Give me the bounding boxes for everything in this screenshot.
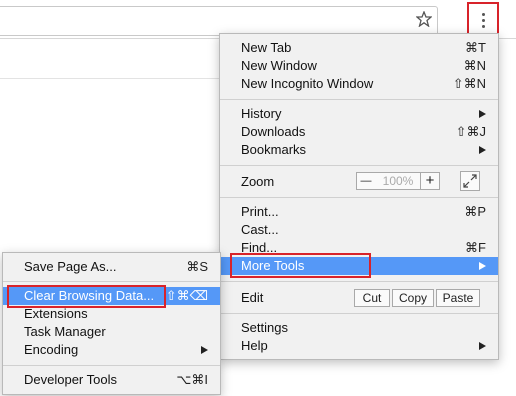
submenu-arrow-icon	[479, 262, 486, 270]
menu-item-developer-tools[interactable]: Developer Tools ⌥⌘I	[3, 371, 220, 389]
address-bar[interactable]	[0, 6, 438, 36]
page-divider	[0, 78, 220, 79]
menu-separator	[3, 365, 220, 366]
chrome-main-menu: New Tab ⌘T New Window ⌘N New Incognito Win…	[219, 33, 499, 360]
zoom-out-button[interactable]: —	[356, 172, 376, 190]
menu-item-print[interactable]: Print... ⌘P	[220, 203, 498, 221]
menu-item-settings[interactable]: Settings	[220, 319, 498, 337]
submenu-arrow-icon	[479, 342, 486, 350]
menu-item-new-incognito-window[interactable]: New Incognito Window ⇧⌘N	[220, 75, 498, 93]
cut-button[interactable]: Cut	[354, 289, 390, 307]
menu-item-new-window[interactable]: New Window ⌘N	[220, 57, 498, 75]
menu-item-encoding[interactable]: Encoding	[3, 341, 220, 359]
menu-separator	[220, 165, 498, 166]
menu-item-history[interactable]: History	[220, 105, 498, 123]
menu-item-save-page-as[interactable]: Save Page As... ⌘S	[3, 258, 220, 276]
submenu-arrow-icon	[479, 110, 486, 118]
more-tools-callout	[230, 253, 371, 278]
menu-button-callout	[467, 2, 499, 36]
fullscreen-icon[interactable]	[460, 171, 480, 191]
submenu-arrow-icon	[201, 346, 208, 354]
menu-separator	[220, 99, 498, 100]
menu-separator	[220, 197, 498, 198]
more-tools-submenu: Save Page As... ⌘S Clear Browsing Data...…	[2, 252, 221, 395]
star-icon[interactable]	[416, 11, 432, 27]
menu-item-help[interactable]: Help	[220, 337, 498, 355]
zoom-in-button[interactable]: +	[420, 172, 440, 190]
submenu-arrow-icon	[479, 146, 486, 154]
menu-separator	[3, 281, 220, 282]
menu-item-downloads[interactable]: Downloads ⇧⌘J	[220, 123, 498, 141]
menu-item-cast[interactable]: Cast...	[220, 221, 498, 239]
menu-item-bookmarks[interactable]: Bookmarks	[220, 141, 498, 159]
menu-item-task-manager[interactable]: Task Manager	[3, 323, 220, 341]
clear-browsing-data-callout	[7, 285, 166, 308]
menu-item-new-tab[interactable]: New Tab ⌘T	[220, 39, 498, 57]
zoom-level: 100%	[375, 172, 421, 190]
menu-separator	[220, 313, 498, 314]
copy-button[interactable]: Copy	[392, 289, 434, 307]
paste-button[interactable]: Paste	[436, 289, 480, 307]
menu-separator	[220, 281, 498, 282]
